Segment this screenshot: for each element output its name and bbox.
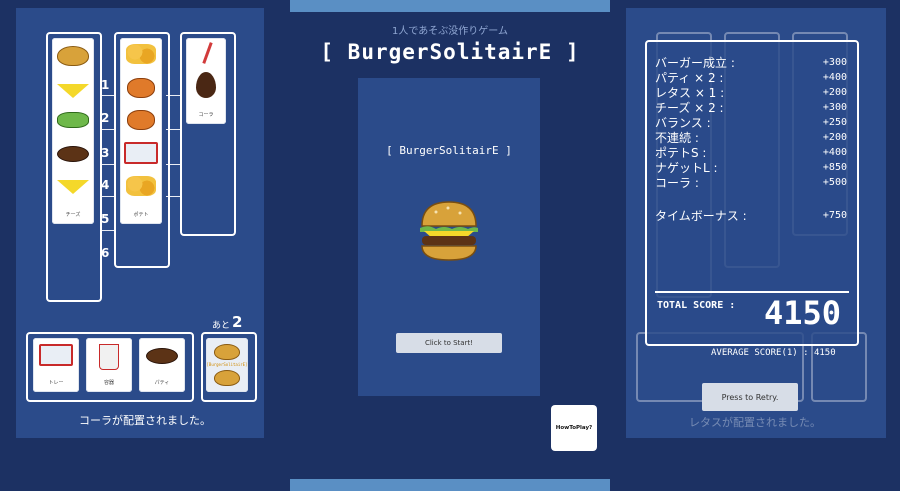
score-row: ポテトS : +400 <box>655 146 847 160</box>
score-label: バランス : <box>655 116 711 130</box>
average-score: AVERAGE SCORE(1) : 4150 <box>711 348 836 358</box>
row-divider <box>100 95 114 96</box>
status-message: レタスが配置されました。 <box>689 416 821 429</box>
nugget-icon <box>127 110 155 130</box>
score-label: パティ × 2 : <box>655 71 724 85</box>
row-divider <box>166 95 180 96</box>
start-button[interactable]: Click to Start! <box>396 333 502 353</box>
total-score-label: TOTAL SCORE : <box>657 300 736 311</box>
row-divider <box>100 230 114 231</box>
stack-card-2[interactable]: ポテト <box>120 38 162 224</box>
game-title: [ BurgerSolitairE ] <box>320 40 580 64</box>
row-number-4: 4 <box>101 178 110 192</box>
title-card: [ BurgerSolitairE ] Click to Start! <box>358 78 540 396</box>
time-bonus-value: +750 <box>822 210 847 221</box>
score-label: ポテトS : <box>655 146 707 160</box>
score-row: コーラ : +500 <box>655 176 847 190</box>
title-screen-panel: 1人であそぶ没作りゲーム [ BurgerSolitairE ] [ Burge… <box>290 0 610 491</box>
cheese-icon <box>57 84 89 98</box>
tray-icon <box>124 142 158 164</box>
lettuce-icon <box>57 112 89 128</box>
fries-icon <box>126 176 156 196</box>
time-bonus-row: タイムボーナス : +750 <box>655 209 847 223</box>
score-row: レタス × 1 : +200 <box>655 86 847 100</box>
bun-icon <box>57 46 89 66</box>
row-number-1: 1 <box>101 78 110 92</box>
score-value: +850 <box>822 162 847 173</box>
retry-button[interactable]: Press to Retry. <box>702 383 798 411</box>
score-value: +400 <box>822 72 847 83</box>
how-to-play-button[interactable]: HowToPlay? <box>551 405 597 451</box>
row-divider <box>100 196 114 197</box>
score-summary: バーガー成立 : +300 パティ × 2 : +400 レタス × 1 : +200… <box>645 40 859 346</box>
score-row: チーズ × 2 : +300 <box>655 101 847 115</box>
hand-card-tray[interactable]: トレー <box>33 338 79 392</box>
score-divider <box>655 291 849 293</box>
row-divider <box>100 129 114 130</box>
score-label: ナゲットL : <box>655 161 718 175</box>
patty-icon <box>146 348 178 364</box>
subtitle: 1人であそぶ没作りゲーム <box>392 26 508 37</box>
score-value: +500 <box>822 177 847 188</box>
row-divider <box>166 129 180 130</box>
score-label: コーラ : <box>655 176 699 190</box>
bun-icon <box>214 370 240 386</box>
row-divider <box>166 196 180 197</box>
score-value: +400 <box>822 147 847 158</box>
score-row: バーガー成立 : +300 <box>655 56 847 70</box>
bun-icon <box>214 344 240 360</box>
card-label: ポテト <box>133 212 149 218</box>
remaining-count: 2 <box>232 313 243 331</box>
card-label: コーラ <box>198 112 214 118</box>
score-label: チーズ × 2 : <box>655 101 724 115</box>
stack-card-1[interactable]: チーズ <box>52 38 94 224</box>
deck-card[interactable]: [BurgerSolitairE] <box>206 338 248 392</box>
score-row: ナゲットL : +850 <box>655 161 847 175</box>
score-value: +300 <box>822 57 847 68</box>
score-label: 不連続 : <box>655 131 699 145</box>
score-value: +300 <box>822 102 847 113</box>
patty-icon <box>57 146 89 162</box>
card-label: チーズ <box>65 212 81 218</box>
hand-card-label: トレー <box>48 380 64 386</box>
cheese-icon <box>57 180 89 194</box>
cup-icon <box>99 344 119 370</box>
burger-icon <box>420 201 478 261</box>
hand-card-label: パティ <box>154 380 170 386</box>
remaining-label: あと <box>212 321 231 331</box>
score-row: パティ × 2 : +400 <box>655 71 847 85</box>
score-label: バーガー成立 : <box>655 56 735 70</box>
total-score-value: 4150 <box>763 294 841 332</box>
score-row: 不連続 : +200 <box>655 131 847 145</box>
score-value: +200 <box>822 132 847 143</box>
inner-title: [ BurgerSolitairE ] <box>386 144 512 157</box>
status-message: コーラが配置されました。 <box>79 414 211 427</box>
top-bar <box>290 0 610 12</box>
time-bonus-label: タイムボーナス : <box>655 209 747 223</box>
score-value: +200 <box>822 87 847 98</box>
deck-label: [BurgerSolitairE] <box>206 362 248 367</box>
score-row: バランス : +250 <box>655 116 847 130</box>
game-board-panel: チーズ 1 2 3 4 5 6 ポテト コーラ トレー 容器 パティ あと 2 … <box>0 0 290 491</box>
hand-card-patty[interactable]: パティ <box>139 338 185 392</box>
score-label: レタス × 1 : <box>655 86 725 100</box>
hand-card-cup[interactable]: 容器 <box>86 338 132 392</box>
bottom-bar <box>290 479 610 491</box>
row-divider <box>100 164 114 165</box>
stack-card-3[interactable]: コーラ <box>186 38 226 124</box>
row-number-2: 2 <box>101 111 110 125</box>
fries-icon <box>126 44 156 64</box>
hand-card-label: 容器 <box>103 380 114 386</box>
score-value: +250 <box>822 117 847 128</box>
nugget-icon <box>127 78 155 98</box>
row-number-6: 6 <box>101 246 110 260</box>
cola-icon <box>196 72 216 98</box>
straw-icon <box>202 42 213 64</box>
row-number-5: 5 <box>101 212 110 226</box>
row-divider <box>166 164 180 165</box>
tray-icon <box>39 344 73 366</box>
row-number-3: 3 <box>101 146 110 160</box>
